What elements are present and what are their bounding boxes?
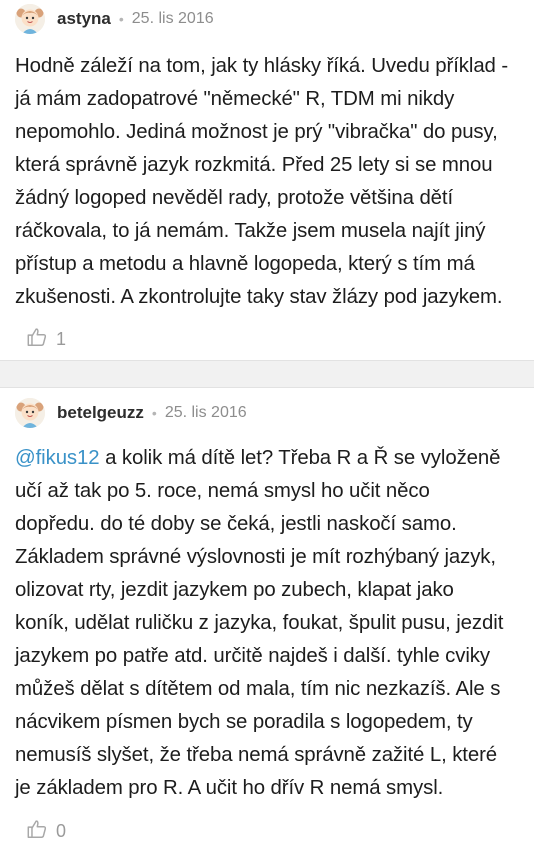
thumbs-up-icon[interactable] [26,818,48,845]
like-count: 0 [56,821,67,841]
comment-author[interactable]: betelgeuzz [57,403,144,423]
comment-header: astyna • 25. lis 2016 [15,4,214,34]
meta-separator: • [151,405,157,421]
like-button[interactable]: 0 [26,818,66,845]
comment-date: 25. lis 2016 [131,10,214,27]
user-mention-link[interactable]: @fikus12 [15,447,100,469]
girl-avatar-icon[interactable] [15,398,45,428]
comment-text-content: a kolik má dítě let? Třeba R a Ř se vylo… [15,447,504,799]
meta-separator: • [118,11,124,27]
like-count: 1 [56,329,67,349]
comment-header: betelgeuzz • 25. lis 2016 [15,398,247,428]
comment-separator [0,360,534,388]
thumbs-up-icon[interactable] [26,326,48,353]
comment-text: @fikus12 a kolik má dítě let? Třeba R a … [15,442,527,805]
like-button[interactable]: 1 [26,326,66,353]
comment-author[interactable]: astyna [57,9,111,29]
comment-text: Hodně záleží na tom, jak ty hlásky říká.… [15,50,527,314]
girl-avatar-icon[interactable] [15,4,45,34]
comment-text-content: Hodně záleží na tom, jak ty hlásky říká.… [15,55,509,308]
comment-date: 25. lis 2016 [164,404,247,421]
